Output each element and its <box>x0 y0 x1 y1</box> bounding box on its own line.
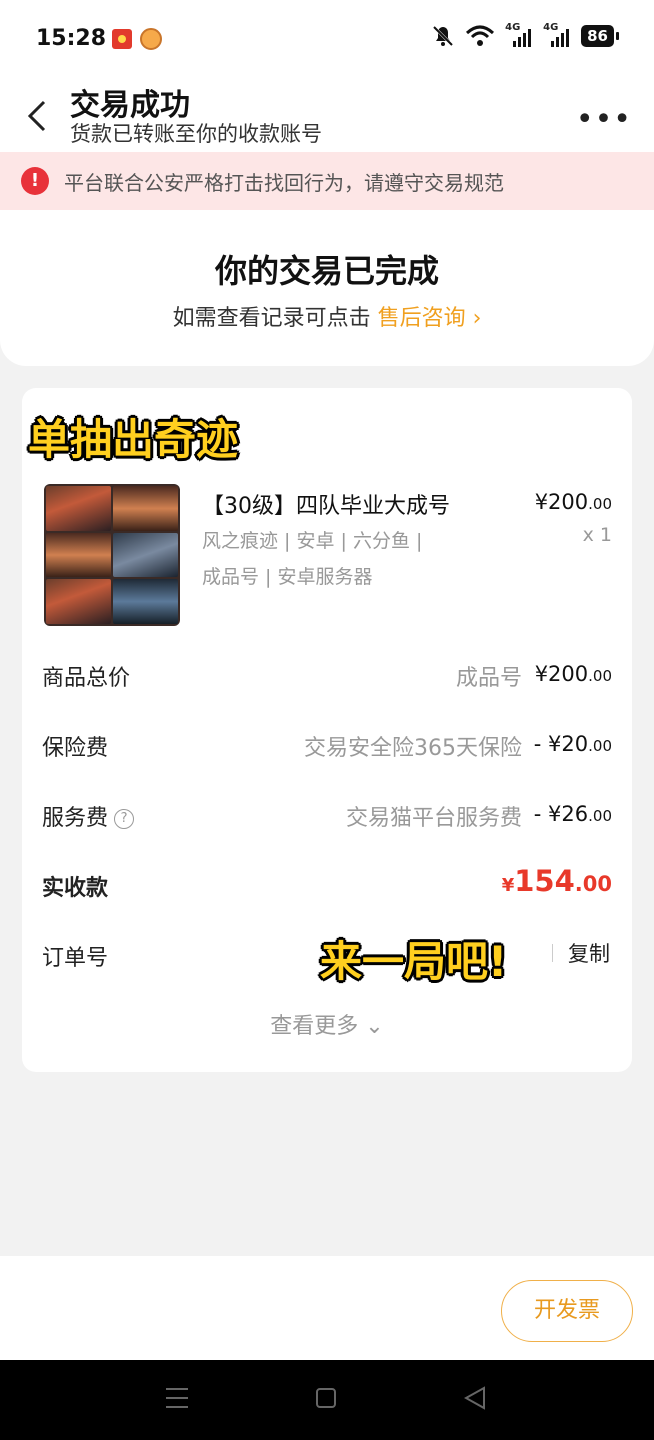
thumbnail-tile <box>113 486 178 531</box>
cat-app-notification-icon <box>140 28 162 50</box>
product-price-int: ¥200 <box>534 490 589 514</box>
wifi-icon <box>466 25 495 46</box>
net-received-value: ¥154.00 <box>502 864 612 898</box>
total-price-desc: 成品号 <box>455 666 522 691</box>
product-tags: 风之痕迹 | 安卓 | 六分鱼 | <box>202 530 423 552</box>
insurance-dec: .00 <box>588 737 612 755</box>
page-subtitle: 货款已转账至你的收款账号 <box>70 122 322 146</box>
total-price-label: 商品总价 <box>42 666 131 691</box>
see-more-button[interactable]: 查看更多 ⌄ <box>22 1008 632 1040</box>
product-price: ¥200.00 <box>535 490 612 514</box>
menu-icon[interactable] <box>166 1388 188 1408</box>
insurance-int: - ¥20 <box>533 732 589 756</box>
service-fee-label: 服务费? <box>42 800 135 832</box>
order-number-label: 订单号 <box>42 946 109 971</box>
status-icons: 4G 4G 86 <box>431 22 619 48</box>
completion-title: 你的交易已完成 <box>214 252 439 290</box>
product-thumbnail[interactable] <box>44 484 180 626</box>
invoice-button[interactable]: 开发票 <box>501 1280 633 1342</box>
thumbnail-tile <box>46 486 111 531</box>
page-header: 交易成功 货款已转账至你的收款账号 ••• <box>0 80 654 152</box>
thumbnail-tile <box>113 532 178 578</box>
total-price-dec: .00 <box>588 667 612 685</box>
warning-banner: ! 平台联合公安严格打击找回行为，请遵守交易规范 <box>0 152 654 210</box>
product-tags: 成品号 | 安卓服务器 <box>202 566 373 588</box>
thumbnail-tile <box>46 532 111 578</box>
service-fee-desc: 交易猫平台服务费 <box>345 806 522 831</box>
service-fee-dec: .00 <box>588 807 612 825</box>
red-envelope-notification-icon <box>112 29 132 49</box>
insurance-value: - ¥20.00 <box>534 732 612 756</box>
net-received-yuan: ¥ <box>501 875 515 896</box>
insurance-label: 保险费 <box>42 736 109 761</box>
battery-icon: 86 <box>581 25 619 47</box>
completion-subtitle: 如需查看记录可点击 售后咨询 › <box>0 300 654 332</box>
overlay-caption-bottom: 来一局吧! <box>320 937 508 986</box>
back-triangle-icon[interactable] <box>464 1386 486 1410</box>
warning-text: 平台联合公安严格打击找回行为，请遵守交易规范 <box>64 171 504 195</box>
order-card: 单抽出奇迹 【30级】四队毕业大成号 风之痕迹 | 安卓 | 六分鱼 | 成品号… <box>22 388 632 1072</box>
service-fee-label-text: 服务费 <box>42 806 109 831</box>
net-received-label: 实收款 <box>42 876 109 901</box>
service-fee-value: - ¥26.00 <box>534 802 612 826</box>
completion-card: 你的交易已完成 如需查看记录可点击 售后咨询 › <box>0 210 654 366</box>
signal-4g-icon: 4G <box>543 22 571 47</box>
product-price-dec: .00 <box>588 495 612 513</box>
help-icon[interactable]: ? <box>114 809 135 829</box>
alert-icon: ! <box>21 167 49 195</box>
net-received-int: 154 <box>514 864 575 898</box>
more-dots-icon[interactable]: ••• <box>576 102 632 137</box>
after-sales-link[interactable]: 售后咨询 › <box>378 306 482 331</box>
service-fee-int: - ¥26 <box>533 802 589 826</box>
system-nav-bar <box>0 1360 654 1440</box>
copy-order-button[interactable]: 复制 <box>568 938 610 968</box>
bell-muted-icon <box>433 25 454 47</box>
thumbnail-tile <box>46 579 111 624</box>
net-received-dec: .00 <box>574 872 612 896</box>
product-quantity: x 1 <box>582 524 612 546</box>
home-icon[interactable] <box>316 1388 336 1408</box>
status-time: 15:28 <box>36 26 107 51</box>
completion-subtitle-text: 如需查看记录可点击 <box>172 306 371 331</box>
divider <box>552 944 553 962</box>
chevron-left-icon[interactable] <box>24 98 54 134</box>
bottom-action-bar: 开发票 <box>0 1256 654 1360</box>
insurance-desc: 交易安全险365天保险 <box>304 736 522 761</box>
total-price-value: ¥200.00 <box>535 662 612 686</box>
signal-4g-icon: 4G <box>505 22 533 47</box>
product-name[interactable]: 【30级】四队毕业大成号 <box>202 488 450 520</box>
status-bar: 15:28 4G 4G 86 <box>0 0 654 80</box>
thumbnail-tile <box>113 579 178 624</box>
overlay-caption-top: 单抽出奇迹 <box>28 415 239 464</box>
total-price-int: ¥200 <box>534 662 589 686</box>
